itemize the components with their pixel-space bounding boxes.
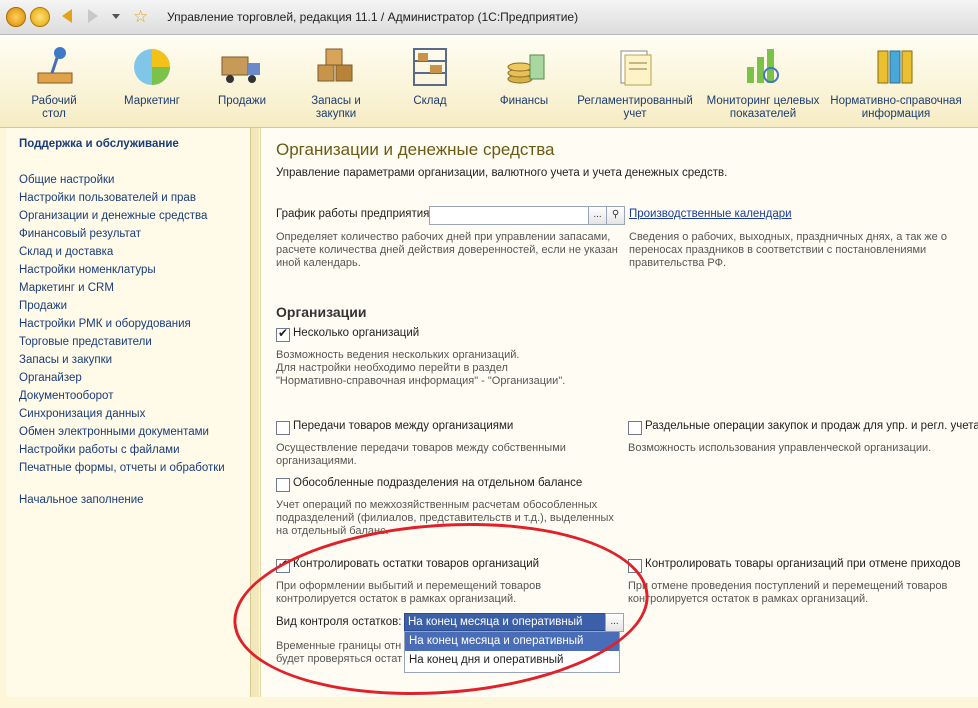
page-title: Организации и денежные средства	[276, 140, 555, 159]
control-type-choose-button[interactable]: ...	[605, 613, 624, 632]
dropdown-option-month-end[interactable]: На конец месяца и оперативный	[405, 632, 619, 651]
control-stock-label: Контролировать остатки товаров организац…	[293, 558, 540, 570]
section-stocks-purchases[interactable]: Запасы и закупки	[292, 35, 380, 127]
section-warehouse[interactable]: Склад	[386, 35, 474, 127]
sidebar-item-orgs-money[interactable]: Организации и денежные средства	[19, 210, 225, 228]
1c-logo-icon[interactable]	[6, 7, 26, 27]
sidebar-item-financial-result[interactable]: Финансовый результат	[19, 228, 225, 246]
bar-chart-magnifier-icon	[741, 45, 785, 89]
sidebar-item-initial-fill[interactable]: Начальное заполнение	[19, 494, 144, 506]
sidebar-item-document-flow[interactable]: Документооборот	[19, 390, 225, 408]
sections-panel: Рабочий стол Маркетинг Продажи Запасы и …	[0, 35, 978, 128]
red-highlight-circle	[227, 509, 655, 708]
sidebar-item-pos-equipment[interactable]: Настройки РМК и оборудования	[19, 318, 225, 336]
sidebar-item-edi[interactable]: Обмен электронными документами	[19, 426, 225, 444]
truck-icon	[220, 45, 264, 89]
section-target-monitoring[interactable]: Мониторинг целевых показателей	[703, 35, 823, 127]
sidebar-nav: Общие настройки Настройки пользователей …	[19, 174, 225, 480]
pie-chart-icon	[130, 45, 174, 89]
calendars-description: Сведения о рабочих, выходных, праздничны…	[629, 231, 947, 269]
history-dropdown-icon[interactable]	[112, 14, 120, 19]
sidebar-item-stocks-purchases[interactable]: Запасы и закупки	[19, 354, 225, 372]
separate-ops-label: Раздельные операции закупок и продаж для…	[645, 420, 978, 432]
section-desktop[interactable]: Рабочий стол	[10, 35, 98, 127]
documents-icon	[613, 45, 657, 89]
coins-icon	[502, 45, 546, 89]
isolated-label: Обособленные подразделения на отдельном …	[293, 477, 583, 489]
section-sales[interactable]: Продажи	[198, 35, 286, 127]
title-bar: ☆ Управление торговлей, редакция 11.1 / …	[0, 0, 978, 35]
control-cancel-label: Контролировать товары организаций при от…	[645, 558, 961, 570]
sidebar-item-organizer[interactable]: Органайзер	[19, 372, 225, 390]
section-finance[interactable]: Финансы	[480, 35, 568, 127]
favorites-star-icon[interactable]: ☆	[133, 7, 148, 27]
page-subtitle: Управление параметрами организации, валю…	[276, 167, 728, 179]
transfer-description: Осуществление передачи товаров между соб…	[276, 442, 566, 467]
sidebar-item-marketing-crm[interactable]: Маркетинг и CRM	[19, 282, 225, 300]
desk-lamp-icon	[32, 45, 76, 89]
sidebar-item-sales[interactable]: Продажи	[19, 300, 225, 318]
calendars-link[interactable]: Производственные календари	[629, 208, 792, 220]
temp-boundaries-description: Временные границы отн будет проверяться …	[276, 640, 403, 665]
forward-arrow-icon[interactable]	[88, 9, 98, 23]
organizations-heading: Организации	[276, 304, 367, 320]
sidebar-item-general-settings[interactable]: Общие настройки	[19, 174, 225, 192]
main-menu-icon[interactable]	[30, 7, 50, 27]
search-icon[interactable]: ⚲	[606, 206, 625, 225]
multi-orgs-label: Несколько организаций	[293, 327, 420, 339]
multi-orgs-description: Возможность ведения нескольких организац…	[276, 349, 566, 387]
control-stock-checkbox[interactable]	[276, 557, 290, 573]
section-regulated-accounting[interactable]: Регламентированный учет	[572, 35, 698, 127]
schedule-choose-button[interactable]: ...	[588, 206, 607, 225]
binders-icon	[874, 45, 918, 89]
sidebar-item-nomenclature[interactable]: Настройки номенклатуры	[19, 264, 225, 282]
transfer-checkbox[interactable]	[276, 421, 290, 435]
separate-ops-description: Возможность использования управленческой…	[628, 442, 932, 454]
dropdown-option-day-end[interactable]: На конец дня и оперативный	[405, 651, 619, 670]
control-type-label: Вид контроля остатков:	[276, 616, 402, 628]
sidebar: Поддержка и обслуживание Общие настройки…	[6, 128, 251, 697]
sidebar-item-warehouse-delivery[interactable]: Склад и доставка	[19, 246, 225, 264]
section-marketing[interactable]: Маркетинг	[108, 35, 196, 127]
isolated-description: Учет операций по межхозяйственным расчет…	[276, 499, 614, 537]
separate-ops-checkbox[interactable]	[628, 421, 642, 435]
schedule-description: Определяет количество рабочих дней при у…	[276, 231, 618, 269]
transfer-label: Передачи товаров между организациями	[293, 420, 514, 432]
sidebar-item-sales-reps[interactable]: Торговые представители	[19, 336, 225, 354]
boxes-icon	[314, 45, 358, 89]
sidebar-item-users-rights[interactable]: Настройки пользователей и прав	[19, 192, 225, 210]
back-arrow-icon[interactable]	[62, 9, 72, 23]
control-cancel-description: При отмене проведения поступлений и пере…	[628, 580, 948, 605]
control-cancel-checkbox[interactable]	[628, 559, 642, 573]
main-content: Организации и денежные средства Управлен…	[227, 128, 978, 708]
control-type-select[interactable]: На конец месяца и оперативный	[404, 613, 608, 631]
panel-splitter[interactable]	[251, 128, 259, 697]
section-reference-info[interactable]: Нормативно-справочная информация	[828, 35, 964, 127]
sidebar-item-data-sync[interactable]: Синхронизация данных	[19, 408, 225, 426]
control-stock-description: При оформлении выбытий и перемещений тов…	[276, 580, 542, 605]
schedule-label: График работы предприятия:	[276, 208, 433, 220]
schedule-input[interactable]	[429, 206, 589, 225]
sidebar-heading: Поддержка и обслуживание	[19, 138, 179, 150]
sidebar-item-print-forms[interactable]: Печатные формы, отчеты и обработки	[19, 462, 225, 480]
sidebar-item-files[interactable]: Настройки работы с файлами	[19, 444, 225, 462]
control-type-dropdown-list: На конец месяца и оперативный На конец д…	[404, 631, 620, 673]
shelves-icon	[408, 45, 452, 89]
isolated-checkbox[interactable]	[276, 478, 290, 492]
multi-orgs-checkbox[interactable]	[276, 326, 290, 342]
window-title: Управление торговлей, редакция 11.1 / Ад…	[167, 10, 579, 24]
